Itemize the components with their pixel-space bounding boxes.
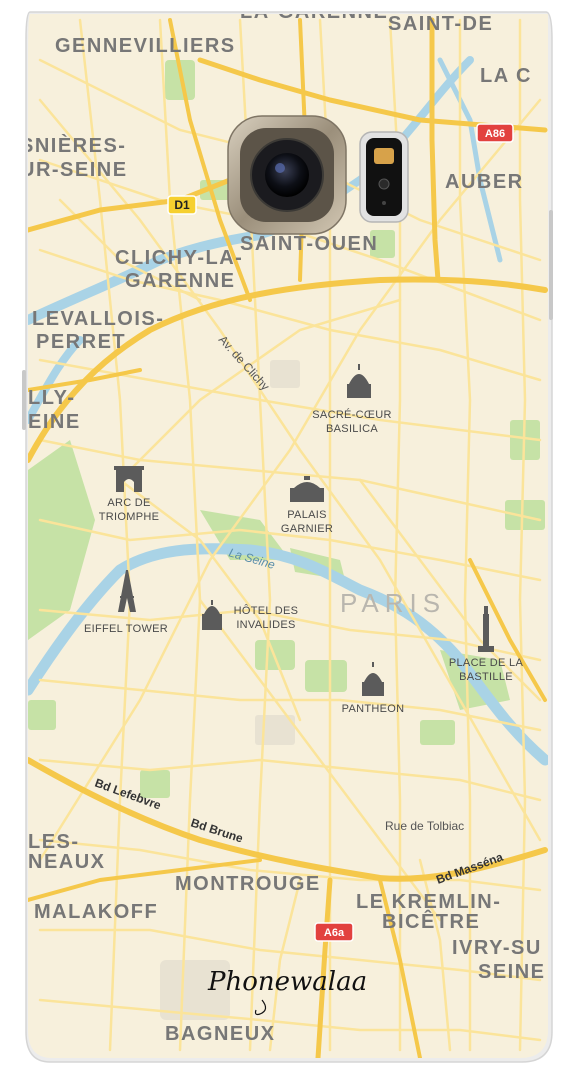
a6a-shield-label: A6a [324,927,345,939]
label-malakoff: MALAKOFF [34,901,158,923]
poi-sacre-coeur-line1: SACRÉ-CŒUR [312,408,391,421]
label-gennevilliers: GENNEVILLIERS [55,35,236,57]
park-south-3 [420,720,455,745]
label-saint-denis: SAINT-DE [388,13,493,35]
label-bagneux: BAGNEUX [165,1023,276,1045]
poi-invalides-line2: INVALIDES [236,619,295,631]
sensor-dot [378,178,390,190]
a6a-shield: A6a [314,922,354,942]
poi-eiffel-label: EIFFEL TOWER [84,623,168,635]
a86-shield: A86 [476,123,514,143]
poi-garnier-line2: GARNIER [281,523,333,535]
label-paris: PARIS [340,588,446,618]
label-montrouge: MONTROUGE [175,873,321,895]
label-kremlin-2: BICÊTRE [382,909,480,933]
label-levallois-2: PERRET [36,331,126,353]
label-la-c: LA C [480,65,532,87]
label-les-2: NEAUX [28,851,106,873]
side-button-right [549,210,553,320]
poi-bastille-line2: BASTILLE [459,671,513,683]
park-east-2 [505,500,545,530]
phone-case-map: A86 D1 A6a GENNEVILLIERS LA-GARENNE SAIN… [20,11,553,1063]
d1-shield: D1 [167,195,197,215]
label-levallois-1: LEVALLOIS- [32,308,164,330]
poi-arc-line2: TRIOMPHE [99,511,159,523]
poi-garnier-line1: PALAIS [287,509,327,521]
label-saint-ouen: SAINT-OUEN [240,233,378,255]
lens-glint [275,163,285,173]
park-south-2 [28,700,56,730]
sensor-dot-small [382,201,386,205]
label-ivry-1: IVRY-SU [452,937,542,959]
d1-shield-label: D1 [174,198,190,212]
poi-invalides-line1: HÔTEL DES [234,604,299,617]
label-neuilly-1: LLY- [28,387,76,409]
label-ivry-2: SEINE [478,961,546,983]
poi-bastille-line1: PLACE DE LA [449,657,524,669]
label-aubervilliers: AUBER [445,171,524,193]
camera-module [227,115,409,235]
brand-logo: Phonewalaa [207,967,367,997]
label-rue-de-tolbiac: Rue de Tolbiac [385,819,464,833]
label-kremlin-1: LE KREMLIN- [356,891,501,913]
camera-lens [265,153,309,197]
side-button-left [22,370,26,430]
a86-shield-label: A86 [485,128,505,140]
label-neuilly-2: EINE [28,411,81,433]
flash-icon [374,148,394,164]
label-clichy-1: CLICHY-LA- [115,247,243,269]
park-montsouris [305,660,347,692]
label-clichy-2: GARENNE [125,270,236,292]
label-asnieres-2: UR-SEINE [20,159,128,181]
poi-sacre-coeur-line2: BASILICA [326,423,378,435]
poi-arc-line1: ARC DE [107,497,150,509]
cemetery-montmartre [270,360,300,388]
label-asnieres-1: SNIÈRES- [20,134,126,157]
label-les-1: LES- [28,831,80,853]
poi-pantheon-label: PANTHEON [342,703,405,715]
